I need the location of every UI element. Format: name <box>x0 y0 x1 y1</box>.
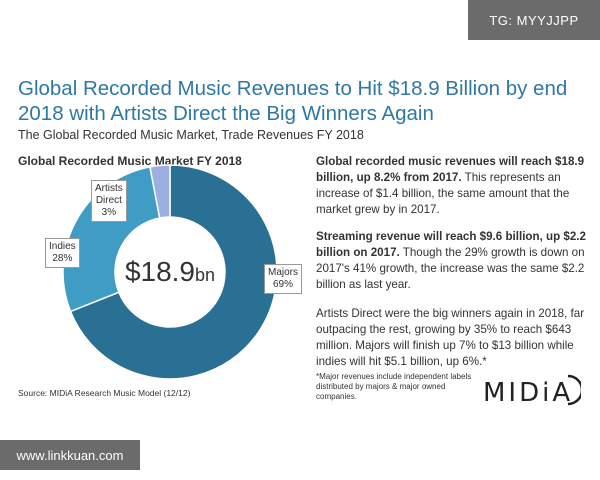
label-line: Indies <box>49 241 76 252</box>
label-line: Direct <box>95 195 122 206</box>
footnote: *Major revenues include independent labe… <box>316 372 472 401</box>
label-percent: 28% <box>52 253 73 264</box>
paragraph-streaming: Streaming revenue will reach $9.6 billio… <box>316 229 588 293</box>
slice-label-artists-direct: Artists Direct 3% <box>91 180 127 222</box>
label-percent: 69% <box>273 279 294 290</box>
logo-arc-icon <box>567 374 581 406</box>
label-percent: 3% <box>101 207 117 218</box>
paragraph-revenue: Global recorded music revenues will reac… <box>316 154 588 218</box>
watermark-bottom: www.linkkuan.com <box>0 440 140 470</box>
label-line: Artists <box>95 183 123 194</box>
label-line: Majors <box>268 267 299 278</box>
slice-label-majors: Majors 69% <box>264 264 303 294</box>
source-note: Source: MIDiA Research Music Model (12/1… <box>18 388 191 398</box>
center-unit: bn <box>195 265 216 285</box>
chart-center-value: $18.9bn <box>120 256 220 288</box>
center-amount: $18.9 <box>124 256 196 287</box>
paragraph-artists-direct: Artists Direct were the big winners agai… <box>316 307 585 368</box>
midia-logo: MIDiA <box>483 378 574 408</box>
slice-label-indies: Indies 28% <box>45 238 80 268</box>
